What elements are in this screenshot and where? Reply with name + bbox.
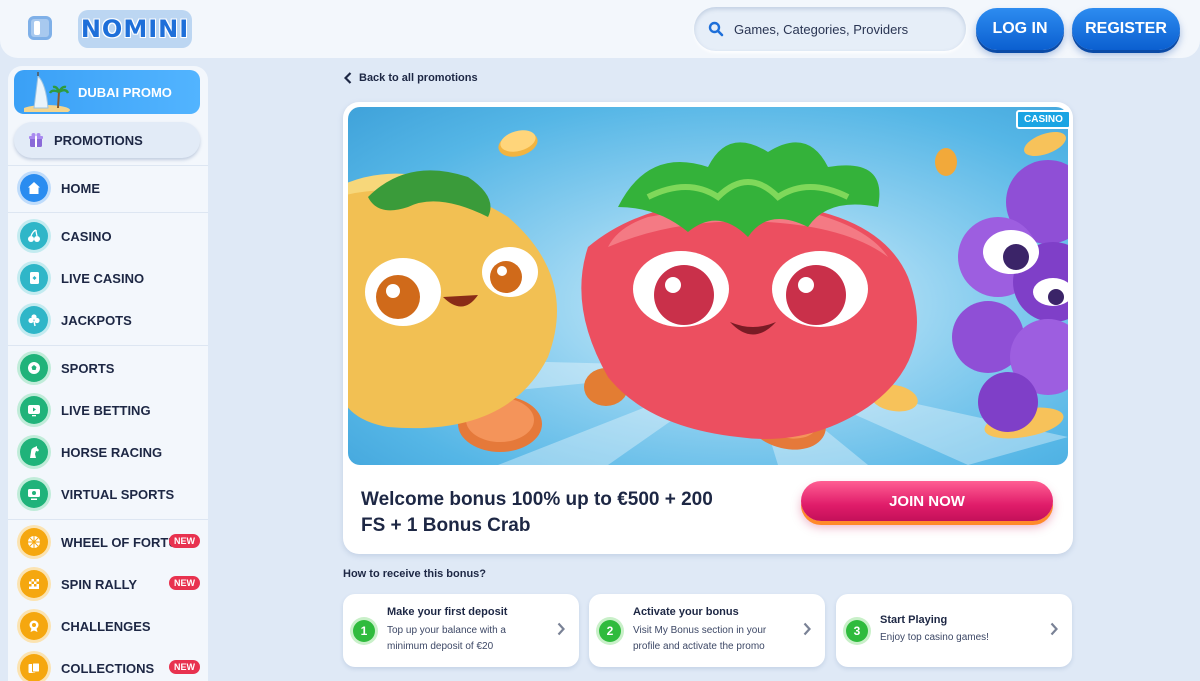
promo-card-label: DUBAI PROMO <box>78 84 172 100</box>
casino-badge: CASINO <box>1016 110 1071 129</box>
sidebar-item-spin-rally[interactable]: SPIN RALLY NEW <box>20 567 200 601</box>
collection-icon <box>20 654 48 681</box>
step-number: 3 <box>846 620 868 642</box>
step-description: Enjoy top casino games! <box>880 632 989 643</box>
medal-icon <box>20 612 48 640</box>
sidebar-toggle-icon[interactable] <box>28 16 52 40</box>
monitor-icon <box>20 480 48 508</box>
login-button[interactable]: LOG IN <box>976 8 1064 50</box>
search-bar[interactable] <box>694 7 966 51</box>
sidebar-item-casino[interactable]: CASINO <box>20 219 200 253</box>
sidebar: DUBAI PROMO PROMOTIONS HOME CASINO LIVE … <box>8 66 208 681</box>
step-number: 2 <box>599 620 621 642</box>
sidebar-item-label: SPORTS <box>61 360 115 376</box>
flag-icon <box>20 570 48 598</box>
home-icon <box>20 174 48 202</box>
site-logo[interactable]: NOMINI <box>78 10 192 48</box>
sidebar-item-label: VIRTUAL SPORTS <box>61 486 175 502</box>
step-card-3[interactable]: 3 Start Playing Enjoy top casino games! <box>836 594 1072 667</box>
step-title: Make your first deposit <box>387 606 508 618</box>
join-now-button[interactable]: JOIN NOW <box>801 481 1053 521</box>
sidebar-item-label: CASINO <box>61 228 112 244</box>
top-header: NOMINI LOG IN REGISTER <box>0 0 1200 58</box>
divider <box>8 212 208 213</box>
sidebar-item-label: HORSE RACING <box>61 444 163 460</box>
soccer-ball-icon <box>20 354 48 382</box>
sidebar-item-sports[interactable]: SPORTS <box>20 351 200 385</box>
wheel-icon <box>20 528 48 556</box>
how-to-receive-heading: How to receive this bonus? <box>343 568 487 580</box>
promo-banner-image <box>348 107 1068 465</box>
chevron-right-icon <box>1050 622 1058 636</box>
sidebar-item-live-casino[interactable]: LIVE CASINO <box>20 261 200 295</box>
search-input[interactable] <box>734 21 954 37</box>
chevron-right-icon <box>557 622 565 636</box>
sidebar-item-label: HOME <box>61 180 100 196</box>
sidebar-item-wheel-of-fortune[interactable]: WHEEL OF FORTUNE NEW <box>20 525 200 559</box>
clover-icon <box>20 306 48 334</box>
promotions-label: PROMOTIONS <box>54 132 143 148</box>
new-badge: NEW <box>169 534 200 548</box>
sidebar-item-home[interactable]: HOME <box>20 171 200 205</box>
new-badge: NEW <box>169 576 200 590</box>
strawberry-character <box>581 142 917 439</box>
sidebar-item-label: COLLECTIONS <box>61 660 155 676</box>
gift-icon <box>29 133 43 147</box>
step-title: Activate your bonus <box>633 606 739 618</box>
step-title: Start Playing <box>880 614 948 626</box>
grapes-character <box>952 160 1068 432</box>
promo-title: Welcome bonus 100% up to €500 + 200 FS +… <box>361 489 713 536</box>
cherries-icon <box>20 222 48 250</box>
sidebar-item-label: LIVE BETTING <box>61 402 151 418</box>
back-link-label: Back to all promotions <box>359 72 478 84</box>
sidebar-item-virtual-sports[interactable]: VIRTUAL SPORTS <box>20 477 200 511</box>
search-icon <box>708 21 724 37</box>
sidebar-item-jackpots[interactable]: JACKPOTS <box>20 303 200 337</box>
sidebar-item-label: LIVE CASINO <box>61 270 145 286</box>
burj-al-arab-icon <box>14 70 70 114</box>
divider <box>8 165 208 166</box>
step-number: 1 <box>353 620 375 642</box>
step-card-1[interactable]: 1 Make your first deposit Top up your ba… <box>343 594 579 667</box>
step-description: Top up your balance with a minimum depos… <box>387 625 506 652</box>
promotions-button[interactable]: PROMOTIONS <box>14 122 200 158</box>
sidebar-item-label: SPIN RALLY <box>61 576 138 592</box>
sidebar-item-live-betting[interactable]: LIVE BETTING <box>20 393 200 427</box>
horse-icon <box>20 438 48 466</box>
sidebar-item-horse-racing[interactable]: HORSE RACING <box>20 435 200 469</box>
tv-play-icon <box>20 396 48 424</box>
sidebar-item-collections[interactable]: COLLECTIONS NEW <box>20 651 200 681</box>
cards-icon <box>20 264 48 292</box>
orange-character <box>348 170 557 429</box>
register-button[interactable]: REGISTER <box>1072 8 1180 50</box>
divider <box>8 345 208 346</box>
step-description: Visit My Bonus section in your profile a… <box>633 625 767 652</box>
new-badge: NEW <box>169 660 200 674</box>
sidebar-item-challenges[interactable]: CHALLENGES <box>20 609 200 643</box>
chevron-right-icon <box>803 622 811 636</box>
sidebar-item-label: JACKPOTS <box>61 312 132 328</box>
dubai-promo-card[interactable]: DUBAI PROMO <box>14 70 200 114</box>
step-card-2[interactable]: 2 Activate your bonus Visit My Bonus sec… <box>589 594 825 667</box>
divider <box>8 519 208 520</box>
back-to-promotions-link[interactable]: Back to all promotions <box>344 72 478 84</box>
sidebar-item-label: CHALLENGES <box>61 618 151 634</box>
chevron-left-icon <box>344 72 352 84</box>
